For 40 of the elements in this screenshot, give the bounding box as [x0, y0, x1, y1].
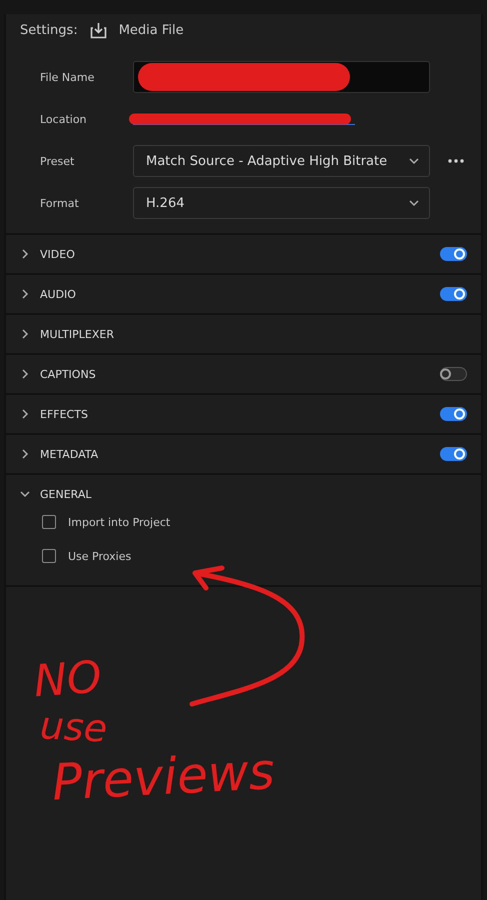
- checkbox[interactable]: [42, 549, 56, 563]
- section-header[interactable]: MULTIPLEXER: [20, 328, 467, 340]
- checkbox[interactable]: [42, 515, 56, 529]
- section-header[interactable]: EFFECTS: [20, 408, 430, 420]
- field-label: Format: [39, 196, 80, 210]
- chevron-right-icon: [20, 249, 30, 259]
- chevron-down-icon: [409, 198, 419, 208]
- download-icon: [90, 22, 107, 39]
- chevron-right-icon: [20, 369, 30, 379]
- dropdown[interactable]: Match Source - Adaptive High Bitrate: [133, 145, 430, 177]
- handwritten-note: use: [39, 706, 108, 748]
- more-icon: [448, 159, 464, 163]
- field-label: File Name: [39, 70, 96, 84]
- chevron-right-icon: [20, 329, 30, 339]
- toggle-switch[interactable]: [440, 407, 467, 421]
- chevron-right-icon: [20, 449, 30, 459]
- handwritten-note: NO: [32, 656, 103, 704]
- more-button[interactable]: [448, 159, 464, 163]
- chevron-right-icon: [20, 409, 30, 419]
- toggle-switch[interactable]: [440, 367, 467, 381]
- chevron-down-icon: [20, 489, 30, 499]
- section-header[interactable]: VIDEO: [20, 248, 430, 260]
- section-header[interactable]: GENERAL: [20, 488, 467, 500]
- field-label: Location: [39, 112, 88, 126]
- settings-label: Settings:: [20, 23, 78, 38]
- toggle-switch[interactable]: [440, 287, 467, 301]
- field-label: Preset: [39, 154, 76, 168]
- section-header[interactable]: AUDIO: [20, 288, 430, 300]
- chevron-down-icon: [409, 156, 419, 166]
- toggle-switch[interactable]: [440, 447, 467, 461]
- checkbox-label: Import into Project: [68, 516, 170, 528]
- toggle-switch[interactable]: [440, 247, 467, 261]
- dropdown[interactable]: H.264: [133, 187, 430, 219]
- checkbox-label: Use Proxies: [68, 550, 132, 562]
- chevron-right-icon: [20, 289, 30, 299]
- section-header[interactable]: METADATA: [20, 448, 430, 460]
- media-file-title: Media File: [118, 23, 184, 38]
- handwritten-note: Previews: [50, 746, 276, 808]
- section-header[interactable]: CAPTIONS: [20, 368, 430, 380]
- file-name-field[interactable]: [133, 61, 430, 93]
